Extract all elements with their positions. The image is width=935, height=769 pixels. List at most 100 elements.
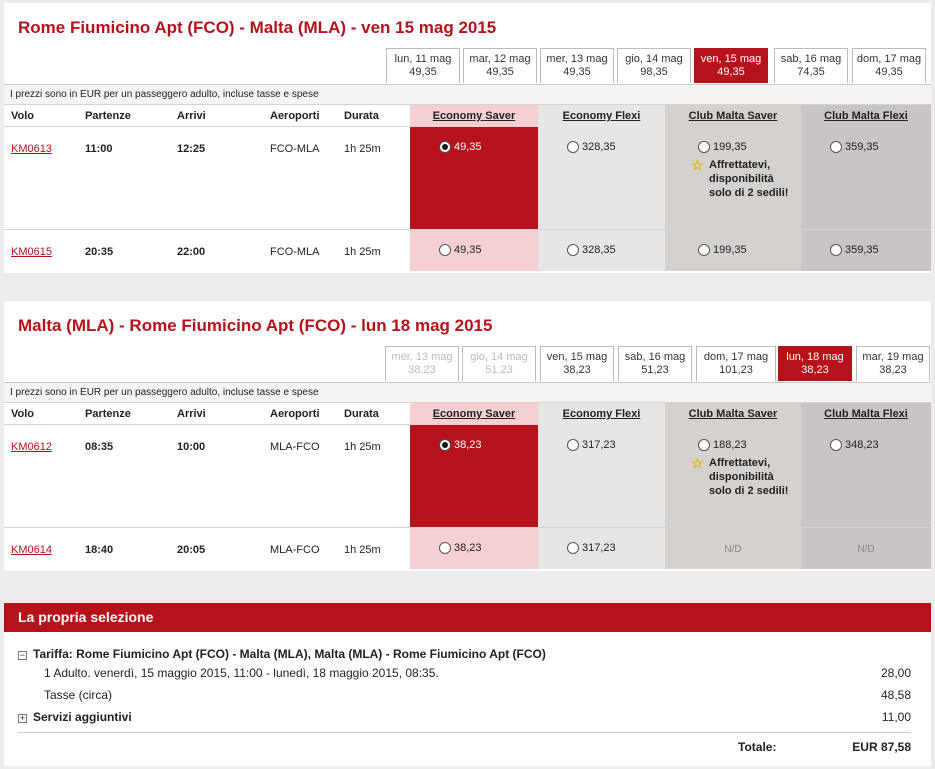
radio-button[interactable] [439,244,451,256]
fare-price: 38,23 [454,542,482,554]
fare-not-available: N/D [857,544,875,555]
date-tab-price: 49,35 [563,66,591,78]
date-tab-day: ven, 15 mag [546,351,608,363]
radio-button[interactable] [698,141,710,153]
col-volo: Volo [11,408,35,420]
fare-option[interactable]: 328,35 [567,141,616,153]
fare-header-club-malta-saver[interactable]: Club Malta Saver [665,105,801,127]
radio-button[interactable] [567,542,579,554]
date-tab-price: 98,35 [640,66,668,78]
fare-price: 49,35 [454,141,482,153]
passenger-amount: 28,00 [880,666,911,680]
fare-option[interactable]: 38,23 [439,439,482,451]
availability-warning: ☆ Affrettatevi, disponibilità solo di 2 s… [691,158,793,200]
date-tab-day: dom, 17 mag [856,53,922,65]
fare-option[interactable]: 199,35 [698,141,747,153]
fare-option[interactable]: 49,35 [439,141,482,153]
flight-row: KM0615 20:35 22:00 FCO-MLA 1h 25m 49,35 … [4,230,931,271]
fare-option[interactable]: 317,23 [567,439,616,451]
radio-button[interactable] [567,439,579,451]
radio-button[interactable] [567,244,579,256]
radio-button-selected[interactable] [439,439,451,451]
arrival-time: 20:05 [177,544,206,556]
fare-option[interactable]: 49,35 [439,244,482,256]
fare-option[interactable]: 359,35 [830,244,879,256]
fare-header-club-malta-saver[interactable]: Club Malta Saver [665,403,801,425]
col-arrivi: Arrivi [177,408,206,420]
inbound-date-tab-selected[interactable]: lun, 18 mag 38,23 [778,346,852,381]
radio-button-selected[interactable] [439,141,451,153]
flight-code-link[interactable]: KM0615 [11,246,52,258]
flight-table-header: Volo Partenze Arrivi Aeroporti Durata Ec… [4,402,931,425]
fare-option[interactable]: 199,35 [698,244,747,256]
date-tab-price: 38,23 [408,364,436,376]
expand-toggle[interactable]: + [18,714,27,723]
inbound-date-tab-disabled: mer, 13 mag 38,23 [385,346,459,381]
inbound-date-tab[interactable]: dom, 17 mag 101,23 [696,346,776,381]
fare-header-economy-flexi[interactable]: Economy Flexi [538,403,665,425]
fare-header-club-malta-flexi[interactable]: Club Malta Flexi [801,403,931,425]
fare-price: 49,35 [454,244,482,256]
fare-option[interactable]: 188,23 [698,439,747,451]
taxes-amount: 48,58 [880,688,911,702]
fare-cell-economy-flexi: 317,23 [538,528,665,569]
col-aeroporti: Aeroporti [270,110,320,122]
passenger-line: 1 Adulto. venerdì, 15 maggio 2015, 11:00… [18,665,911,681]
inbound-date-tab[interactable]: ven, 15 mag 38,23 [540,346,614,381]
fare-cell-economy-flexi: 328,35 [538,127,665,229]
flight-code-link[interactable]: KM0612 [11,441,52,453]
radio-button[interactable] [830,141,842,153]
departure-time: 18:40 [85,544,114,556]
date-tab-price: 38,23 [801,364,829,376]
date-tab-day: mer, 13 mag [546,53,608,65]
radio-button[interactable] [567,141,579,153]
outbound-date-tab[interactable]: dom, 17 mag 49,35 [852,48,926,83]
outbound-date-tab[interactable]: sab, 16 mag 74,35 [774,48,848,83]
flight-code-link[interactable]: KM0613 [11,143,52,155]
fare-option[interactable]: 328,35 [567,244,616,256]
fare-price: 199,35 [713,244,747,256]
date-tab-price: 51,23 [485,364,513,376]
inbound-date-tab[interactable]: sab, 16 mag 51,23 [618,346,692,381]
fare-option[interactable]: 348,23 [830,439,879,451]
flight-code-link[interactable]: KM0614 [11,544,52,556]
fare-cell-economy-flexi: 328,35 [538,230,665,271]
fare-header-economy-saver[interactable]: Economy Saver [410,403,538,425]
fare-not-available: N/D [724,544,742,555]
price-info-text: I prezzi sono in EUR per un passeggero a… [4,84,931,104]
col-aeroporti: Aeroporti [270,408,320,420]
fare-header-economy-saver[interactable]: Economy Saver [410,105,538,127]
fare-header-economy-flexi[interactable]: Economy Flexi [538,105,665,127]
total-label: Totale: [738,740,777,754]
radio-button[interactable] [830,439,842,451]
col-partenze: Partenze [85,110,131,122]
outbound-date-tab-selected[interactable]: ven, 15 mag 49,35 [694,48,768,83]
fare-cell-club-malta-flexi: 359,35 [801,230,931,271]
outbound-date-tab[interactable]: mar, 12 mag 49,35 [463,48,537,83]
inbound-date-tab[interactable]: mar, 19 mag 38,23 [856,346,930,381]
fare-option[interactable]: 359,35 [830,141,879,153]
fare-option[interactable]: 38,23 [439,542,482,554]
date-tab-day: ven, 15 mag [700,53,762,65]
col-arrivi: Arrivi [177,110,206,122]
outbound-date-tab[interactable]: gio, 14 mag 98,35 [617,48,691,83]
fare-option[interactable]: 317,23 [567,542,616,554]
fare-cell-economy-saver: 38,23 [410,528,538,569]
date-tab-day: gio, 14 mag [470,351,528,363]
date-tab-day: mar, 12 mag [469,53,531,65]
fare-price: 188,23 [713,439,747,451]
date-tab-day: mer, 13 mag [391,351,453,363]
fare-header-club-malta-flexi[interactable]: Club Malta Flexi [801,105,931,127]
radio-button[interactable] [698,439,710,451]
radio-button[interactable] [830,244,842,256]
duration: 1h 25m [344,441,381,453]
radio-button[interactable] [439,542,451,554]
radio-button[interactable] [698,244,710,256]
outbound-date-tab[interactable]: mer, 13 mag 49,35 [540,48,614,83]
collapse-toggle[interactable]: − [18,651,27,660]
date-tab-price: 49,35 [875,66,903,78]
outbound-title: Rome Fiumicino Apt (FCO) - Malta (MLA) -… [18,18,497,37]
outbound-date-tab[interactable]: lun, 11 mag 49,35 [386,48,460,83]
fare-cell-club-malta-flexi: 348,23 [801,425,931,527]
airports: MLA-FCO [270,441,320,453]
